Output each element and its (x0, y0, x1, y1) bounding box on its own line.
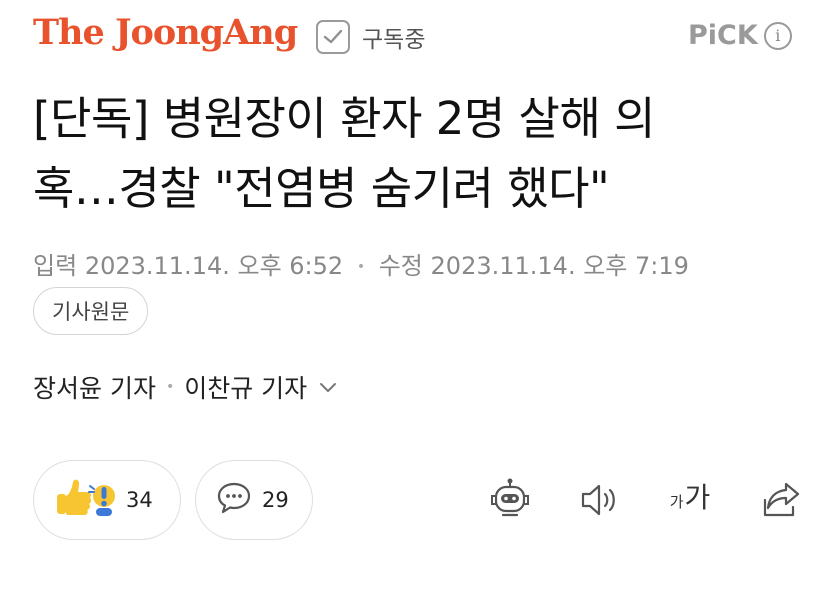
action-bar: 34 29 가 가 (0, 460, 840, 540)
article-headline: [단독] 병원장이 환자 2명 살해 의 혹…경찰 "전염병 숨기려 했다" (33, 84, 813, 224)
reaction-icon (54, 476, 116, 524)
joongang-logo[interactable]: The JoongAng (33, 12, 298, 53)
robot-summary-icon[interactable] (486, 476, 534, 524)
share-icon[interactable] (758, 476, 806, 524)
input-label: 입력 (33, 252, 78, 280)
article-dates: 입력 2023.11.14. 오후 6:52 • 수정 2023.11.14. … (33, 246, 689, 281)
reaction-count: 34 (126, 488, 153, 512)
date-separator: • (356, 259, 366, 275)
chevron-down-icon[interactable] (319, 381, 337, 393)
subscribe-toggle[interactable]: 구독중 (316, 20, 425, 54)
reporter-2: 이찬규 기자 (184, 374, 308, 403)
reporter-list[interactable]: 장서윤 기자 • 이찬규 기자 (33, 369, 337, 405)
subscribe-label: 구독중 (362, 27, 426, 53)
reporter-separator: • (165, 379, 175, 395)
reaction-button[interactable]: 34 (33, 460, 181, 540)
comment-count: 29 (262, 488, 289, 512)
modified-label: 수정 (378, 252, 423, 280)
original-article-button[interactable]: 기사원문 (33, 287, 149, 335)
input-date: 2023.11.14. 오후 6:52 (84, 252, 344, 280)
comment-bubble-icon (216, 481, 252, 519)
info-icon[interactable]: i (763, 21, 792, 50)
headline-line-2: 혹…경찰 "전염병 숨기려 했다" (33, 162, 610, 215)
font-size-button[interactable]: 가가 (664, 476, 716, 524)
app-header: The JoongAng 구독중 PiCK i (0, 0, 840, 80)
headline-line-1: [단독] 병원장이 환자 2명 살해 의 (33, 92, 656, 145)
font-size-large-label: 가 (684, 481, 711, 514)
pick-label: PiCK (688, 20, 758, 51)
reporter-1: 장서윤 기자 (33, 374, 156, 403)
comment-button[interactable]: 29 (195, 460, 313, 540)
speaker-icon[interactable] (576, 476, 624, 524)
font-size-small-label: 가 (669, 493, 684, 511)
checkmark-icon (316, 20, 350, 54)
pick-badge[interactable]: PiCK i (688, 20, 792, 51)
modified-date: 2023.11.14. 오후 7:19 (430, 252, 689, 280)
